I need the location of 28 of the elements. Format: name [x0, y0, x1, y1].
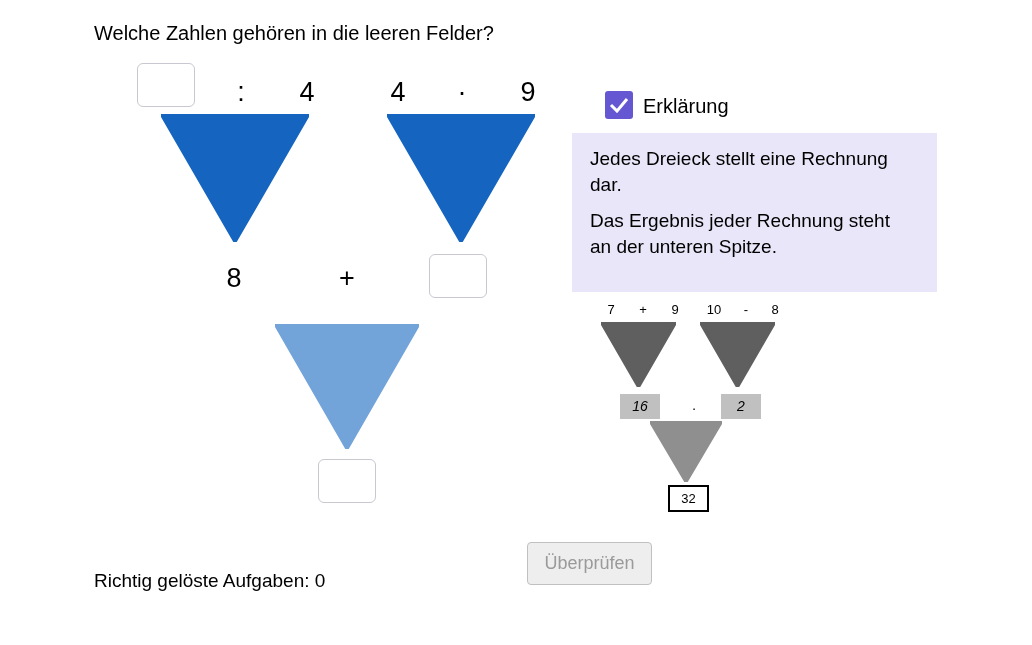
answer-field[interactable]	[137, 63, 195, 107]
example-term: 7	[606, 302, 616, 318]
example-result: 32	[668, 485, 709, 512]
checkbox-label: Erklärung	[643, 94, 729, 119]
question-text: Welche Zahlen gehören in die leeren Felder?	[94, 21, 494, 46]
math-term: +	[338, 262, 356, 294]
example-term: 2	[721, 394, 761, 419]
example-term: ·	[690, 399, 698, 418]
example-term: 16	[620, 394, 660, 419]
checkmark-icon	[609, 97, 629, 113]
answer-field[interactable]	[318, 459, 376, 503]
example-term: +	[638, 302, 648, 318]
answer-field[interactable]	[429, 254, 487, 298]
math-term: 8	[225, 262, 243, 294]
math-term: 4	[298, 76, 316, 108]
math-term: :	[236, 76, 246, 108]
score-text: Richtig gelöste Aufgaben: 0	[94, 569, 326, 593]
math-term: ·	[456, 76, 468, 108]
math-term: 4	[389, 76, 407, 108]
example-triangle	[650, 421, 722, 482]
example-term: 10	[705, 302, 723, 318]
example-term: 9	[670, 302, 680, 318]
math-term: 9	[519, 76, 537, 108]
explanation-checkbox[interactable]	[605, 91, 633, 119]
example-term: 8	[770, 302, 780, 318]
example-term: -	[742, 302, 750, 318]
explanation-text: Jedes Dreieck stellt eine Rechnung dar.	[590, 147, 889, 197]
explanation-text: Das Ergebnis jeder Rechnung steht an der unteren Spitze.	[590, 209, 891, 259]
